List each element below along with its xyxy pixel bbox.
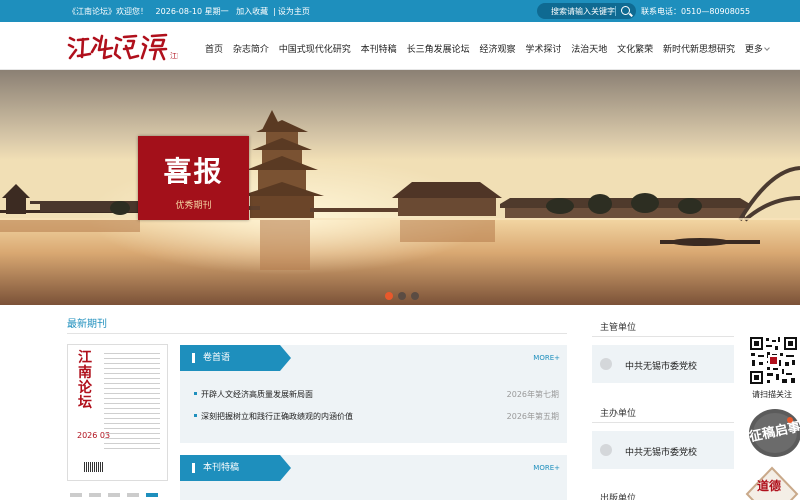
logo-calligraphy: 江南论坛 <box>67 33 198 61</box>
preface-more-link[interactable]: MORE+ <box>533 354 560 362</box>
nav-more[interactable]: 更多 <box>744 45 770 55</box>
qr-label: 请扫描关注 <box>752 390 792 399</box>
bullet-icon <box>194 414 197 417</box>
welcome-strip: 《江南论坛》欢迎您！ 2026-08-10 星期一 加入收藏 | 设为主页 <box>68 6 315 17</box>
barcode-icon <box>84 462 104 472</box>
sponsor-box[interactable]: 中共无锡市委党校 <box>592 431 734 469</box>
badge-title: 喜报 <box>163 155 224 188</box>
list-item[interactable]: 开辟人文经济高质量发展新局面 2026年第七期 <box>188 383 559 405</box>
nav-academic[interactable]: 学术探讨 <box>525 45 561 55</box>
slider-dots <box>385 289 424 303</box>
special-panel-head: 本刊特稿 MORE+ <box>180 455 567 481</box>
morality-text: 道德 <box>757 478 781 493</box>
cover-pager <box>70 486 165 500</box>
article-issue: 2026年第五期 <box>506 412 559 421</box>
search-input[interactable]: 搜索请输入关键字 <box>551 6 615 17</box>
bullet-icon <box>194 392 197 395</box>
preface-panel: 卷首语 MORE+ 开辟人文经济高质量发展新局面 2026年第七期 深刻把握树立… <box>180 345 567 443</box>
side-divider <box>592 422 734 423</box>
hero-banner[interactable]: 喜报 优秀期刊 <box>0 70 800 305</box>
cover-title: 江南论坛 <box>78 350 92 411</box>
nav-law[interactable]: 法治天地 <box>571 45 607 55</box>
slider-dot-3[interactable] <box>411 292 419 300</box>
nav-special-articles[interactable]: 本刊特稿 <box>361 45 397 55</box>
cover-pager-5[interactable] <box>146 493 158 497</box>
article-issue: 2026年第七期 <box>506 390 559 399</box>
nav-modernization-research[interactable]: 中国式现代化研究 <box>279 45 351 55</box>
latest-issue-title: 最新期刊 <box>67 319 107 330</box>
bookmark-link[interactable]: 加入收藏 <box>236 7 268 16</box>
supervisor-title: 主管单位 <box>600 323 637 333</box>
logo-seal-text: 江南论坛 <box>170 51 178 60</box>
nav-yangtze-forum[interactable]: 长三角发展论坛 <box>407 45 470 55</box>
call-for-papers-graphic: 征稿启事 <box>748 409 800 457</box>
tab-preface[interactable]: 卷首语 <box>180 345 291 371</box>
search-icon[interactable] <box>621 6 630 15</box>
special-articles-panel: 本刊特稿 MORE+ <box>180 455 567 500</box>
current-date: 2026-08-10 星期一 <box>155 7 229 16</box>
cover-pager-3[interactable] <box>108 493 120 497</box>
morality-graphic: 道德 <box>745 466 799 500</box>
side-divider <box>592 336 734 337</box>
call-for-papers-badge[interactable]: 征稿启事 <box>745 408 800 458</box>
nav-new-era-thought[interactable]: 新时代新思想研究 <box>663 45 735 55</box>
qr-code-icon <box>748 335 799 386</box>
issue-cover[interactable]: 江南论坛 2026 03 <box>67 344 168 481</box>
site-header: 江南论坛 首页 杂志简介 中国式现代化研究 本刊特稿 长三角发展论坛 经济观察 … <box>0 22 800 70</box>
chevron-down-icon <box>764 45 770 51</box>
main-nav: 首页 杂志简介 中国式现代化研究 本刊特稿 长三角发展论坛 经济观察 学术探讨 … <box>205 42 776 55</box>
circle-icon <box>600 358 612 370</box>
honor-badge[interactable]: 喜报 优秀期刊 <box>138 136 249 220</box>
nav-culture[interactable]: 文化繁荣 <box>617 45 653 55</box>
circle-icon <box>600 444 612 456</box>
welcome-text: 《江南论坛》欢迎您！ <box>68 7 148 16</box>
contact-phone: 联系电话：0510—80908055 <box>641 7 751 16</box>
special-more-link[interactable]: MORE+ <box>533 464 560 472</box>
search-divider <box>615 6 616 16</box>
banner-photo <box>0 70 800 305</box>
article-title[interactable]: 深刻把握树立和践行正确政绩观的内涵价值 <box>201 411 353 422</box>
list-item[interactable]: 深刻把握树立和践行正确政绩观的内涵价值 2026年第五期 <box>188 405 559 427</box>
supervisor-box[interactable]: 中共无锡市委党校 <box>592 345 734 383</box>
supervisor-name: 中共无锡市委党校 <box>625 362 698 372</box>
preface-list: 开辟人文经济高质量发展新局面 2026年第七期 深刻把握树立和践行正确政绩观的内… <box>180 371 567 427</box>
search-box[interactable]: 搜索请输入关键字 <box>537 3 636 19</box>
tab-special-articles[interactable]: 本刊特稿 <box>180 455 291 481</box>
cover-inner: 江南论坛 2026 03 <box>70 347 165 478</box>
site-logo[interactable]: 江南论坛 <box>66 32 198 62</box>
cover-pager-2[interactable] <box>89 493 101 497</box>
slider-dot-1[interactable] <box>385 292 393 300</box>
sponsor-name: 中共无锡市委党校 <box>625 448 698 458</box>
nav-economy[interactable]: 经济观察 <box>479 45 515 55</box>
link-separator: | <box>273 7 276 16</box>
latest-divider <box>67 333 567 334</box>
badge-subtitle: 优秀期刊 <box>175 201 212 211</box>
slider-dot-2[interactable] <box>398 292 406 300</box>
homepage-link[interactable]: 设为主页 <box>278 7 310 16</box>
sponsor-title: 主办单位 <box>600 409 637 419</box>
publisher-title: 出版单位 <box>600 494 637 500</box>
morality-badge[interactable]: 道德 <box>745 466 800 500</box>
article-title[interactable]: 开辟人文经济高质量发展新局面 <box>201 389 313 400</box>
cover-text-lines <box>104 353 160 453</box>
top-bar: 《江南论坛》欢迎您！ 2026-08-10 星期一 加入收藏 | 设为主页 搜索请输… <box>0 0 800 22</box>
cover-pager-4[interactable] <box>127 493 139 497</box>
nav-more-label: 更多 <box>744 45 763 55</box>
qr-graphic <box>748 335 799 386</box>
nav-magazine-intro[interactable]: 杂志简介 <box>233 45 269 55</box>
nav-home[interactable]: 首页 <box>205 45 223 55</box>
cover-pager-1[interactable] <box>70 493 82 497</box>
preface-panel-head: 卷首语 MORE+ <box>180 345 567 371</box>
